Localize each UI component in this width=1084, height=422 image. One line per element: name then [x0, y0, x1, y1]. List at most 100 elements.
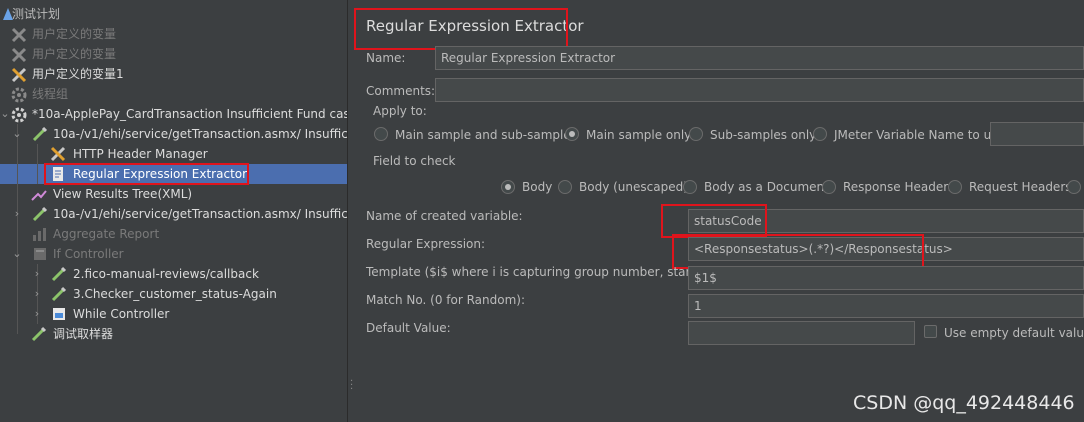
tree-item-regex-extractor[interactable]: Regular Expression Extractor — [0, 164, 247, 184]
gear-icon — [10, 106, 27, 123]
tree-item-user-variables-1[interactable]: 用户定义的变量1 — [0, 64, 124, 84]
tree-item-user-variables[interactable]: 用户定义的变量 — [0, 24, 116, 44]
tree-item-label: Regular Expression Extractor — [73, 167, 248, 181]
tree-item-label: 10a-/v1/ehi/service/getTransaction.asmx/… — [53, 207, 347, 221]
controller-icon — [32, 246, 48, 262]
tree-item-fico-callback[interactable]: › 2.fico-manual-reviews/callback — [0, 264, 259, 284]
tree-item-while-controller[interactable]: › While Controller — [0, 304, 170, 324]
pipette-icon — [31, 326, 47, 342]
gear-icon — [10, 86, 27, 103]
controller-icon — [51, 306, 67, 322]
tree-item-label: 3.Checker_customer_status-Again — [73, 287, 277, 301]
tools-icon — [10, 26, 27, 43]
match-no-field[interactable]: 1 — [688, 294, 1084, 318]
tree-item-label: 用户定义的变量 — [32, 27, 117, 41]
tree-item-label: 10a-/v1/ehi/service/getTransaction.asmx/… — [53, 127, 347, 141]
name-label: Name: — [366, 51, 406, 65]
radio-more-options[interactable] — [1067, 180, 1081, 194]
pipette-icon — [51, 286, 67, 302]
tools-icon — [10, 66, 27, 83]
tree-item-label: 用户定义的变量 — [32, 47, 117, 61]
test-plan-tree[interactable]: 测试计划 用户定义的变量 用户定义的变量 用户定义的变量1 线程组 ⌄ *10a… — [0, 0, 347, 422]
radio-label: Body (unescaped) — [579, 180, 688, 194]
tree-item-label: 用户定义的变量1 — [32, 67, 124, 81]
radio-label: Main sample only — [586, 128, 692, 142]
tree-item-label: *10a-ApplePay_CardTransaction Insufficie… — [32, 107, 347, 121]
pipette-icon — [32, 126, 48, 142]
tree-item-test-plan[interactable]: 测试计划 — [0, 4, 60, 24]
panel-title: Regular Expression Extractor — [366, 17, 584, 35]
chevron-right-icon[interactable]: › — [32, 304, 42, 324]
chevron-right-icon[interactable]: › — [32, 284, 42, 304]
split-pane-divider[interactable]: · · · — [347, 0, 355, 422]
pipette-icon — [32, 206, 48, 222]
pipette-icon — [51, 266, 67, 282]
radio-jmeter-variable[interactable] — [813, 127, 827, 141]
radio-main-sample-only[interactable] — [565, 127, 579, 141]
regex-field[interactable]: <Responsestatus>(.*?)</Responsestatus> — [688, 237, 1084, 261]
tree-item-checker-status[interactable]: › 3.Checker_customer_status-Again — [0, 284, 277, 304]
tree-item-http-sampler[interactable]: ⌄ 10a-/v1/ehi/service/getTransaction.asm… — [0, 124, 347, 144]
tree-item-label: While Controller — [73, 307, 170, 321]
tree-item-label: If Controller — [53, 247, 124, 261]
match-no-label: Match No. (0 for Random): — [366, 293, 526, 307]
tree-item-label: 线程组 — [32, 87, 69, 101]
tree-item-applepay-thread-group[interactable]: ⌄ *10a-ApplePay_CardTransaction Insuffic… — [0, 104, 347, 124]
template-label: Template ($i$ where i is capturing group… — [366, 265, 738, 279]
document-icon — [50, 166, 66, 182]
radio-request-headers[interactable] — [948, 180, 962, 194]
var-name-field[interactable]: statusCode — [688, 209, 1084, 233]
tree-item-label: HTTP Header Manager — [73, 147, 208, 161]
radio-sub-samples-only[interactable] — [689, 127, 703, 141]
radio-label: Sub-samples only — [710, 128, 817, 142]
divider-grip-icon[interactable]: · · · — [350, 377, 353, 395]
template-field[interactable]: $1$ — [688, 266, 1084, 290]
chevron-down-icon[interactable]: ⌄ — [12, 124, 22, 144]
jmeter-variable-input[interactable] — [990, 122, 1084, 146]
chevron-down-icon[interactable]: ⌄ — [12, 244, 22, 264]
tools-icon — [50, 146, 66, 162]
bar-chart-icon — [31, 226, 47, 242]
radio-label: Request Headers — [969, 180, 1072, 194]
tree-item-view-results-tree[interactable]: View Results Tree(XML) — [0, 184, 192, 204]
regex-label: Regular Expression: — [366, 237, 486, 251]
radio-label: Body — [522, 180, 553, 194]
extractor-config-panel: Regular Expression Extractor Name: Regul… — [354, 0, 1084, 422]
radio-body-as-document[interactable] — [683, 180, 697, 194]
comments-label: Comments: — [366, 84, 436, 98]
tools-icon — [10, 46, 27, 63]
default-value-field[interactable] — [688, 321, 915, 345]
chevron-down-icon[interactable]: ⌄ — [0, 104, 10, 124]
tree-item-label: 2.fico-manual-reviews/callback — [73, 267, 259, 281]
var-name-label: Name of created variable: — [366, 209, 523, 223]
watermark: CSDN @qq_492448446 — [853, 392, 1075, 414]
radio-body[interactable] — [501, 180, 515, 194]
radio-response-headers[interactable] — [822, 180, 836, 194]
default-value-label: Default Value: — [366, 321, 451, 335]
radio-main-and-sub-samples[interactable] — [374, 127, 388, 141]
tree-item-user-variables[interactable]: 用户定义的变量 — [0, 44, 116, 64]
use-empty-default-label: Use empty default value — [944, 326, 1084, 340]
chart-icon — [31, 186, 47, 202]
name-field[interactable]: Regular Expression Extractor — [435, 46, 1084, 70]
radio-body-unescaped[interactable] — [558, 180, 572, 194]
chevron-right-icon[interactable]: › — [32, 264, 42, 284]
tree-item-http-sampler-2[interactable]: › 10a-/v1/ehi/service/getTransaction.asm… — [0, 204, 347, 224]
field-to-check-label: Field to check — [373, 154, 456, 168]
tree-item-label: 测试计划 — [12, 7, 61, 21]
apply-to-label: Apply to: — [373, 104, 427, 118]
tree-item-label: View Results Tree(XML) — [53, 187, 193, 201]
radio-label: Main sample and sub-samples — [395, 128, 577, 142]
tree-item-thread-group[interactable]: 线程组 — [0, 84, 68, 104]
tree-item-http-header-manager[interactable]: HTTP Header Manager — [0, 144, 208, 164]
tree-item-if-controller[interactable]: ⌄ If Controller — [0, 244, 123, 264]
radio-label: Response Headers — [843, 180, 955, 194]
tree-item-debug-sampler[interactable]: 调试取样器 — [0, 324, 113, 344]
tree-item-label: 调试取样器 — [53, 327, 114, 341]
comments-field[interactable] — [435, 78, 1084, 102]
use-empty-default-checkbox[interactable] — [924, 325, 937, 338]
tree-item-label: Aggregate Report — [53, 227, 160, 241]
radio-label: JMeter Variable Name to use — [834, 128, 1005, 142]
chevron-right-icon[interactable]: › — [12, 204, 22, 224]
tree-item-aggregate-report[interactable]: Aggregate Report — [0, 224, 159, 244]
